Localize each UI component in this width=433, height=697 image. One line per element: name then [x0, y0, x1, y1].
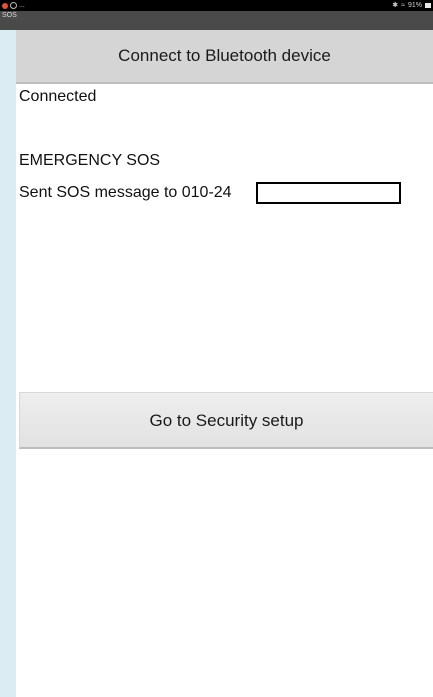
connect-bluetooth-button[interactable]: Connect to Bluetooth device	[16, 30, 433, 84]
status-left: ...	[2, 0, 25, 11]
app-title: SOS	[2, 12, 17, 19]
redaction-box	[256, 182, 401, 204]
app-screen: ... ✱ ≈ 91% SOS Connect to Bluetooth dev…	[0, 0, 433, 697]
security-setup-button[interactable]: Go to Security setup	[19, 392, 433, 449]
wifi-icon: ≈	[401, 2, 405, 9]
sent-message-text: Sent SOS message to 010-24	[19, 184, 232, 201]
app-bar: SOS	[0, 11, 433, 30]
emergency-heading: EMERGENCY SOS	[19, 152, 161, 169]
notification-icon	[2, 2, 8, 9]
status-icon	[10, 2, 17, 9]
status-left-text: ...	[19, 2, 25, 9]
battery-percent: 91%	[407, 2, 422, 9]
side-strip	[0, 0, 16, 697]
status-bar: ... ✱ ≈ 91%	[0, 0, 433, 11]
connection-status: Connected	[19, 88, 97, 105]
bluetooth-icon: ✱	[392, 2, 399, 9]
battery-icon	[425, 3, 431, 8]
status-right: ✱ ≈ 91%	[392, 0, 431, 11]
